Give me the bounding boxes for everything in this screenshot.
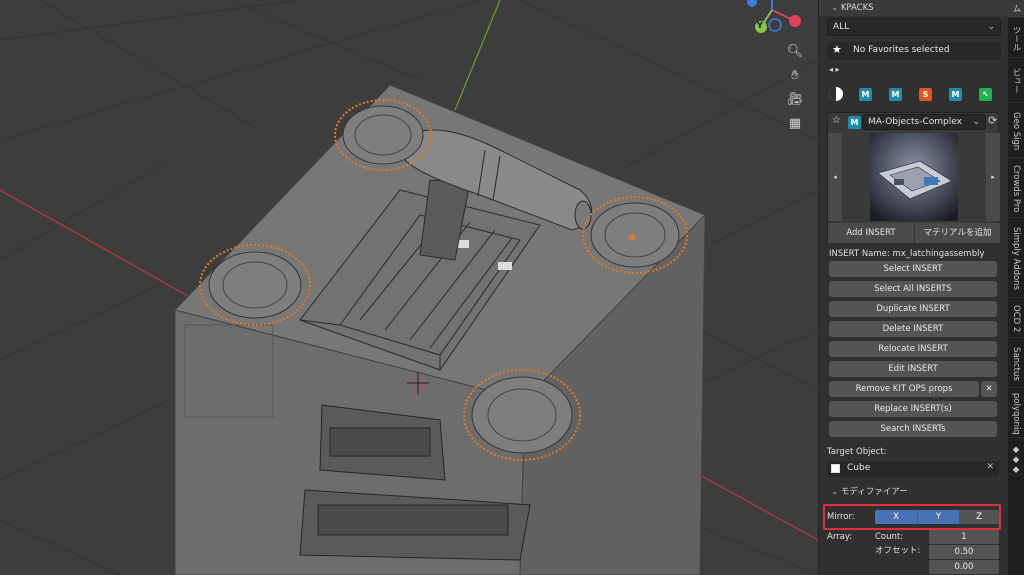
select-insert-button[interactable]: Select INSERT <box>829 261 997 277</box>
grid-perspective-icon[interactable]: ▦ <box>785 114 805 134</box>
offset-field-2[interactable]: 0.00 <box>929 560 999 574</box>
insert-disc-3[interactable] <box>199 244 311 326</box>
more-tabs-icon[interactable]: ◆◆◆ <box>1008 445 1024 475</box>
navigation-gizmo[interactable] <box>747 0 801 33</box>
target-object-label: Target Object: <box>827 447 887 457</box>
remove-props-close-icon[interactable]: ✕ <box>981 381 997 397</box>
search-inserts-button[interactable]: Search INSERTs <box>829 421 997 437</box>
add-insert-button[interactable]: Add INSERT <box>828 223 914 243</box>
star-icon: ★ <box>832 43 842 56</box>
offset-field[interactable]: 0.50 <box>929 545 999 559</box>
next-insert-arrow[interactable]: ▸ <box>986 133 1000 221</box>
tab-5[interactable]: OCD 2 <box>1008 300 1024 338</box>
mirror-label: Mirror: <box>827 512 855 522</box>
duplicate-insert-button[interactable]: Duplicate INSERT <box>829 301 997 317</box>
theme-toggle-icon[interactable] <box>829 87 843 101</box>
tab-7[interactable]: polyqoniq <box>1008 390 1024 438</box>
pack-m-icon: M <box>848 116 861 129</box>
mesh-object-icon <box>831 464 840 473</box>
offset-label: オフセット: <box>875 546 921 556</box>
favorite-star-outline-icon[interactable]: ☆ <box>832 115 841 126</box>
modifier-panel-header[interactable]: ⌄ モディファイアー <box>819 484 1008 500</box>
insert-browser: ☆ M MA-Objects-Complex ⌄ ⟳ ◂ ▸ Add INSER… <box>827 112 1000 243</box>
pack-icon-2[interactable]: M <box>889 88 902 101</box>
collapse-chevron-icon: ⌄ <box>831 3 841 13</box>
delete-insert-button[interactable]: Delete INSERT <box>829 321 997 337</box>
count-field[interactable]: 1 <box>929 530 999 544</box>
pack-icon-5[interactable]: ↖ <box>979 88 992 101</box>
tab-1[interactable]: ビュー <box>1008 60 1024 103</box>
y-axis-line <box>454 0 501 111</box>
viewport-scene <box>0 0 818 575</box>
mirror-y-toggle[interactable]: Y <box>917 510 959 524</box>
chevron-down-icon: ⌄ <box>972 117 980 127</box>
replace-inserts-button[interactable]: Replace INSERT(s) <box>829 401 997 417</box>
clear-x-icon[interactable]: ✕ <box>986 462 994 472</box>
kpacks-panel-header[interactable]: ⌄ KPACKS <box>819 0 1008 16</box>
tab-0[interactable]: ツール <box>1008 20 1024 58</box>
prev-next-arrows[interactable]: ◂ ▸ <box>829 65 840 74</box>
array-label: Array: <box>827 532 853 542</box>
chevron-down-icon: ⌄ <box>987 22 995 32</box>
tab-partial[interactable]: ム <box>1008 0 1024 18</box>
camera-icon[interactable]: 🎥︎ <box>785 90 805 110</box>
zoom-icon[interactable]: 🔍︎ <box>785 42 805 62</box>
mirror-x-toggle[interactable]: X <box>875 510 917 524</box>
sidebar-panel: ⌄ KPACKS ALL ⌄ ★ No Favorites selected ◂… <box>818 0 1008 575</box>
kpack-filter-dropdown[interactable]: ALL ⌄ <box>827 18 1001 36</box>
pan-hand-icon[interactable]: ✋︎ <box>785 66 805 86</box>
x-axis-line <box>0 189 196 301</box>
select-all-inserts-button[interactable]: Select All INSERTS <box>829 281 997 297</box>
pack-icon-1[interactable]: M <box>859 88 872 101</box>
insert-pack-dropdown[interactable]: MA-Objects-Complex ⌄ <box>862 114 986 130</box>
pack-icon-3[interactable]: S <box>919 88 932 101</box>
target-object-field[interactable]: Cube ✕ <box>827 461 999 477</box>
pack-icon-4[interactable]: M <box>949 88 962 101</box>
favorites-row[interactable]: ★ No Favorites selected <box>827 42 1001 60</box>
tab-4[interactable]: Simply Addons <box>1008 220 1024 298</box>
add-material-button[interactable]: マテリアルを追加 <box>914 223 1000 243</box>
relocate-insert-button[interactable]: Relocate INSERT <box>829 341 997 357</box>
refresh-icon[interactable]: ⟳ <box>988 114 997 127</box>
tab-2[interactable]: Geo Sign <box>1008 105 1024 158</box>
tab-3[interactable]: Crowds Pro <box>1008 160 1024 218</box>
tab-6[interactable]: Sanctus <box>1008 340 1024 388</box>
mirror-z-toggle[interactable]: Z <box>959 510 999 524</box>
prev-insert-arrow[interactable]: ◂ <box>828 133 842 221</box>
insert-thumbnail[interactable] <box>870 133 958 221</box>
sidebar-tabs: ム ツールビュー Geo Sign Crowds Pro Simply Addons O… <box>1008 0 1024 575</box>
count-label: Count: <box>875 532 904 542</box>
edit-insert-button[interactable]: Edit INSERT <box>829 361 997 377</box>
gizmo-y-label: Y <box>757 21 763 30</box>
insert-name-label: INSERT Name: mx_latchingassembly <box>829 249 985 259</box>
remove-kitops-props-button[interactable]: Remove KIT OPS props <box>829 381 979 397</box>
3d-viewport[interactable]: Y 🔍︎ ✋︎ 🎥︎ ▦ <box>0 0 818 575</box>
collapse-chevron-icon: ⌄ <box>831 487 841 497</box>
insert-disc-1[interactable] <box>334 99 432 171</box>
